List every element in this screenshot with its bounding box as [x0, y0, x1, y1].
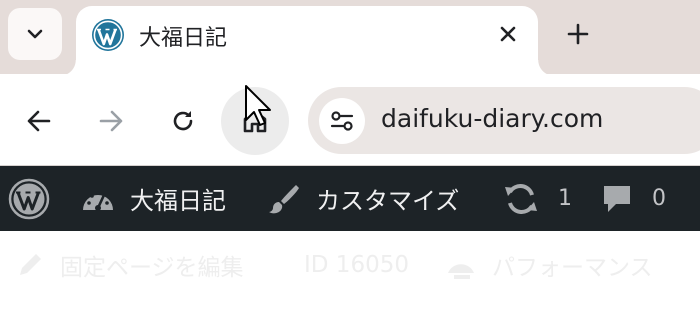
- site-info-button[interactable]: [319, 98, 365, 144]
- mouse-cursor-icon: [245, 85, 271, 126]
- close-tab-button[interactable]: [494, 20, 522, 48]
- site-name-label: 大福日記: [130, 187, 226, 215]
- back-button[interactable]: [14, 96, 64, 146]
- edit-page-label: 固定ページを編集: [60, 255, 244, 281]
- customize-label: カスタマイズ: [316, 187, 460, 215]
- dashboard-gauge-icon: [83, 190, 113, 211]
- comment-bubble-icon: [604, 185, 630, 212]
- edit-page-link[interactable]: 固定ページを編集: [14, 249, 244, 281]
- performance-link[interactable]: パフォーマンス: [444, 249, 653, 281]
- browser-toolbar: daifuku-diary.com: [0, 74, 700, 166]
- new-tab-button[interactable]: [560, 16, 596, 52]
- tab-search-button[interactable]: [8, 8, 62, 60]
- updates-count: 1: [558, 186, 572, 211]
- page-toolbar: 固定ページを編集 ID 16050 パフォーマンス: [0, 231, 700, 334]
- comments-count: 0: [652, 186, 666, 211]
- tab-title: 大福日記: [139, 26, 228, 51]
- performance-label: パフォーマンス: [492, 255, 653, 281]
- arrow-left-icon: [27, 110, 51, 132]
- forward-button[interactable]: [86, 96, 136, 146]
- updates-link[interactable]: 1: [502, 166, 572, 231]
- wordpress-icon: [92, 19, 124, 51]
- update-icon: [505, 183, 537, 214]
- address-bar[interactable]: daifuku-diary.com: [308, 87, 700, 154]
- site-name-menu[interactable]: 大福日記: [80, 166, 226, 231]
- close-icon: [500, 26, 516, 42]
- active-tab[interactable]: 大福日記: [60, 6, 554, 76]
- plus-icon: [567, 23, 589, 45]
- performance-icon: [448, 264, 474, 279]
- wp-admin-bar: 大福日記 カスタマイズ 1 0: [0, 166, 700, 231]
- page-id-label: ID 16050: [304, 249, 409, 281]
- tab-strip: 大福日記: [0, 0, 700, 76]
- url-text[interactable]: daifuku-diary.com: [381, 104, 603, 133]
- wordpress-icon: [8, 178, 50, 219]
- arrow-right-icon: [99, 110, 123, 132]
- wp-logo-menu[interactable]: [8, 166, 50, 231]
- customize-link[interactable]: カスタマイズ: [266, 166, 459, 231]
- pencil-icon: [20, 254, 41, 275]
- page-id-text: ID 16050: [304, 252, 409, 278]
- tune-icon: [330, 111, 354, 131]
- chevron-down-icon: [27, 29, 43, 39]
- comments-link[interactable]: 0: [602, 166, 666, 231]
- reload-icon: [173, 111, 193, 131]
- reload-button[interactable]: [158, 96, 208, 146]
- paintbrush-icon: [269, 184, 299, 213]
